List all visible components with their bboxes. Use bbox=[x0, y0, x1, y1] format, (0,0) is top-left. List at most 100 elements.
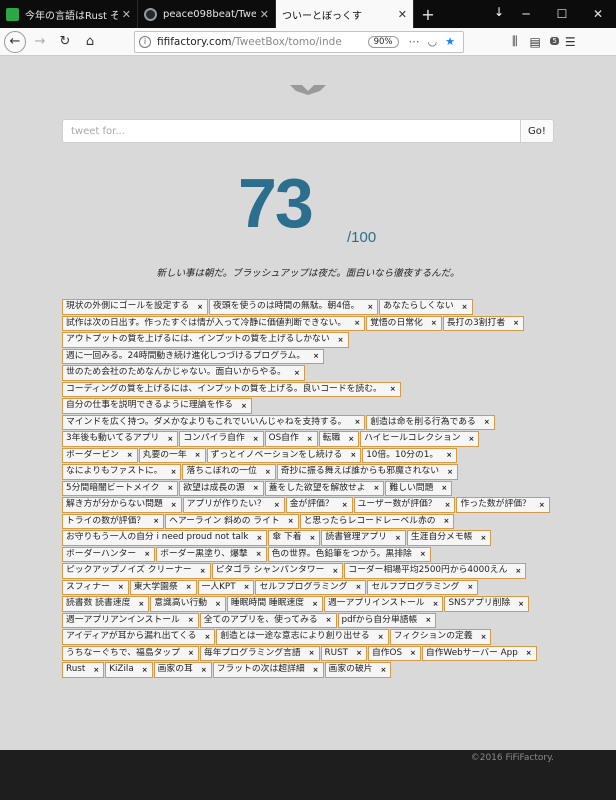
close-icon[interactable]: ✕ bbox=[122, 8, 131, 21]
tag-remove-icon[interactable]: × bbox=[253, 435, 259, 443]
go-button[interactable]: Go! bbox=[520, 119, 554, 143]
tag-item[interactable]: 色の世界。色鉛筆をつかう。黒排除 × bbox=[267, 546, 431, 562]
home-button[interactable]: ⌂ bbox=[79, 31, 101, 53]
tag-remove-icon[interactable]: × bbox=[350, 451, 356, 459]
tag-remove-icon[interactable]: × bbox=[195, 451, 201, 459]
tag-item[interactable]: ハイヒールコレクション × bbox=[360, 431, 480, 447]
bookmark-star-icon[interactable]: ★ bbox=[445, 35, 455, 48]
tag-item[interactable]: ヘアーライン 斜めの ライト × bbox=[165, 513, 299, 529]
tag-item[interactable]: 落ちこぼれの一位 × bbox=[182, 464, 276, 480]
tag-item[interactable]: 一人KPT × bbox=[197, 579, 255, 595]
tag-remove-icon[interactable]: × bbox=[518, 600, 524, 608]
page-actions-icon[interactable]: ⋯ bbox=[409, 35, 420, 48]
tag-item[interactable]: ボーダー黒塗り、爆撃 × bbox=[156, 546, 267, 562]
tag-item[interactable]: 自分の仕事を説明できるように理論を作る × bbox=[62, 398, 252, 414]
tag-remove-icon[interactable]: × bbox=[215, 600, 221, 608]
tag-remove-icon[interactable]: × bbox=[539, 501, 545, 509]
tag-remove-icon[interactable]: × bbox=[188, 616, 194, 624]
tag-remove-icon[interactable]: × bbox=[354, 418, 360, 426]
tag-item[interactable]: 試作は次の日出す。作ったすぐは情が入って冷静に価値判断できない。 × bbox=[62, 315, 366, 331]
address-bar[interactable]: i fififactory.com/TweetBox/tomo/inde 90%… bbox=[134, 30, 464, 53]
tag-remove-icon[interactable]: × bbox=[241, 402, 247, 410]
close-icon[interactable]: ✕ bbox=[260, 8, 269, 21]
tag-item[interactable]: うちなーぐちで、福島タップ × bbox=[62, 645, 199, 661]
tag-remove-icon[interactable]: × bbox=[462, 303, 468, 311]
minimize-button[interactable]: ─ bbox=[508, 0, 544, 28]
new-tab-button[interactable]: + bbox=[414, 0, 442, 28]
tag-remove-icon[interactable]: × bbox=[313, 666, 319, 674]
tag-remove-icon[interactable]: × bbox=[481, 633, 487, 641]
tag-item[interactable]: 覚悟の日常化 × bbox=[366, 315, 442, 331]
tag-item[interactable]: 週に一回みる。24時間動き続け進化しつづけるプログラム。 × bbox=[62, 348, 324, 364]
tag-remove-icon[interactable]: × bbox=[469, 435, 475, 443]
tag-item[interactable]: フィクションの定義 × bbox=[389, 629, 492, 645]
tag-remove-icon[interactable]: × bbox=[420, 550, 426, 558]
tag-item[interactable]: OS自作 × bbox=[264, 431, 318, 447]
tag-remove-icon[interactable]: × bbox=[186, 583, 192, 591]
tag-item[interactable]: 自作Webサーバー App × bbox=[421, 645, 537, 661]
tag-item[interactable]: 現状の外側にゴールを設定する × bbox=[62, 299, 209, 315]
back-button[interactable]: ← bbox=[4, 30, 26, 53]
tag-item[interactable]: なによりもファストに。 × bbox=[62, 464, 182, 480]
tag-item[interactable]: ずっとイノベーションをし続ける × bbox=[206, 447, 362, 463]
tag-item[interactable]: 欲望は成長の源 × bbox=[179, 480, 264, 496]
tag-remove-icon[interactable]: × bbox=[445, 501, 451, 509]
tag-remove-icon[interactable]: × bbox=[444, 517, 450, 525]
tag-remove-icon[interactable]: × bbox=[484, 418, 490, 426]
tag-item[interactable]: SNSアプリ削除 × bbox=[444, 596, 530, 612]
tag-item[interactable]: 夜頭を使うのは時間の無駄。朝4倍。 × bbox=[209, 299, 379, 315]
tag-remove-icon[interactable]: × bbox=[171, 501, 177, 509]
maximize-button[interactable]: ☐ bbox=[544, 0, 580, 28]
tag-remove-icon[interactable]: × bbox=[127, 451, 133, 459]
tag-item[interactable]: と思ったらレコードレーベル赤の × bbox=[299, 513, 455, 529]
tag-remove-icon[interactable]: × bbox=[265, 468, 271, 476]
tag-remove-icon[interactable]: × bbox=[441, 484, 447, 492]
tag-remove-icon[interactable]: × bbox=[348, 435, 354, 443]
tag-remove-icon[interactable]: × bbox=[310, 534, 316, 542]
tag-remove-icon[interactable]: × bbox=[197, 303, 203, 311]
tag-item[interactable]: 創造とは一途な意志により創り出せる × bbox=[216, 629, 389, 645]
tag-item[interactable]: 傘 下着 × bbox=[268, 530, 321, 546]
tag-item[interactable]: ピックアップノイズ クリーナー × bbox=[62, 563, 211, 579]
tag-item[interactable]: コーディングの質を上げるには、インプットの質を上げる。良いコードを読む。 × bbox=[62, 381, 401, 397]
tag-item[interactable]: お守りもう一人の自分 i need proud not talk × bbox=[62, 530, 268, 546]
tag-remove-icon[interactable]: × bbox=[381, 666, 387, 674]
forward-button[interactable]: → bbox=[29, 31, 51, 53]
tag-remove-icon[interactable]: × bbox=[167, 484, 173, 492]
tab-rust-article[interactable]: 今年の言語はRust その3 ✕ bbox=[0, 0, 138, 28]
tag-remove-icon[interactable]: × bbox=[142, 666, 148, 674]
tag-remove-icon[interactable]: × bbox=[138, 600, 144, 608]
tag-item[interactable]: RUST × bbox=[320, 645, 367, 661]
tag-remove-icon[interactable]: × bbox=[201, 666, 207, 674]
tag-item[interactable]: 週一アプリアンインストール × bbox=[62, 612, 199, 628]
tag-remove-icon[interactable]: × bbox=[274, 501, 280, 509]
tag-remove-icon[interactable]: × bbox=[256, 534, 262, 542]
reload-button[interactable]: ↻ bbox=[54, 31, 76, 53]
info-icon[interactable]: i bbox=[139, 35, 151, 48]
tag-item[interactable]: 睡眠時間 睡眠速度 × bbox=[226, 596, 323, 612]
tag-remove-icon[interactable]: × bbox=[288, 517, 294, 525]
tag-item[interactable]: 毎年プログラミング言語 × bbox=[199, 645, 320, 661]
tag-remove-icon[interactable]: × bbox=[326, 616, 332, 624]
tag-remove-icon[interactable]: × bbox=[446, 451, 452, 459]
tag-item[interactable]: マインドを広く持つ。ダメかなよりもこれでいいんじゃねを支持する。 × bbox=[62, 414, 366, 430]
tag-remove-icon[interactable]: × bbox=[395, 534, 401, 542]
tag-item[interactable]: 画家の破片 × bbox=[324, 662, 392, 678]
tag-item[interactable]: ボーダービン × bbox=[62, 447, 138, 463]
tag-remove-icon[interactable]: × bbox=[515, 567, 521, 575]
tag-item[interactable]: ボーダーハンター × bbox=[62, 546, 156, 562]
tag-remove-icon[interactable]: × bbox=[374, 484, 380, 492]
tag-item[interactable]: 全てのアプリを、使ってみる × bbox=[199, 612, 337, 628]
tag-item[interactable]: 丸要の一年 × bbox=[138, 447, 206, 463]
tag-item[interactable]: 週一アプリインストール × bbox=[323, 596, 444, 612]
tag-item[interactable]: 創造は命を削る行為である × bbox=[366, 414, 495, 430]
tag-item[interactable]: 読書数 読書速度 × bbox=[62, 596, 150, 612]
tag-remove-icon[interactable]: × bbox=[167, 435, 173, 443]
tag-remove-icon[interactable]: × bbox=[188, 649, 194, 657]
tag-item[interactable]: ピタゴラ シャンパンタワー × bbox=[211, 563, 344, 579]
tag-remove-icon[interactable]: × bbox=[256, 550, 262, 558]
tag-remove-icon[interactable]: × bbox=[378, 633, 384, 641]
tag-item[interactable]: コンパイラ自作 × bbox=[179, 431, 264, 447]
tag-remove-icon[interactable]: × bbox=[312, 600, 318, 608]
tag-item[interactable]: スフィナー × bbox=[62, 579, 129, 595]
